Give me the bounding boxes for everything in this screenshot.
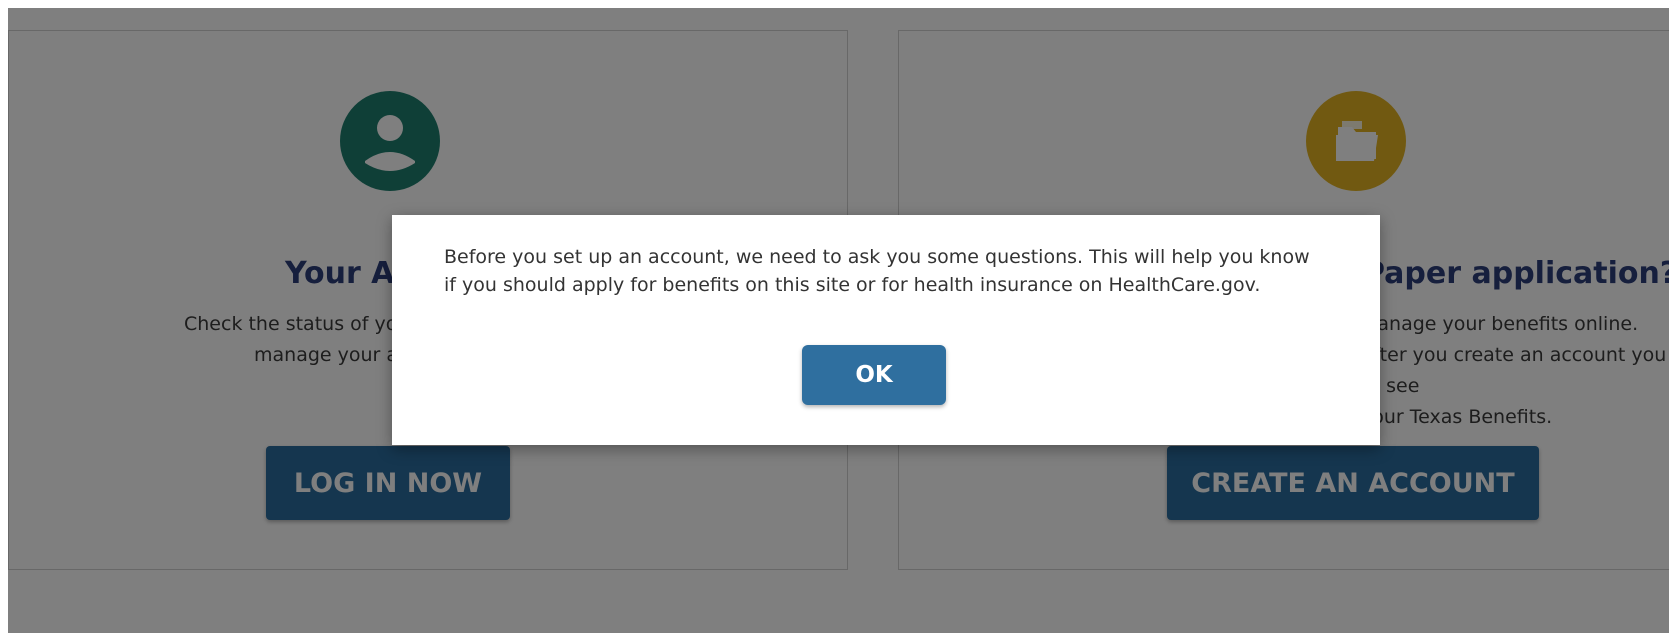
info-dialog: Before you set up an account, we need to…: [392, 215, 1380, 445]
top-edge: [0, 0, 1669, 8]
page: Your Account Check the status of your be…: [0, 0, 1669, 633]
ok-button[interactable]: OK: [802, 345, 946, 405]
left-edge: [0, 0, 8, 633]
dialog-message: Before you set up an account, we need to…: [444, 246, 1310, 296]
